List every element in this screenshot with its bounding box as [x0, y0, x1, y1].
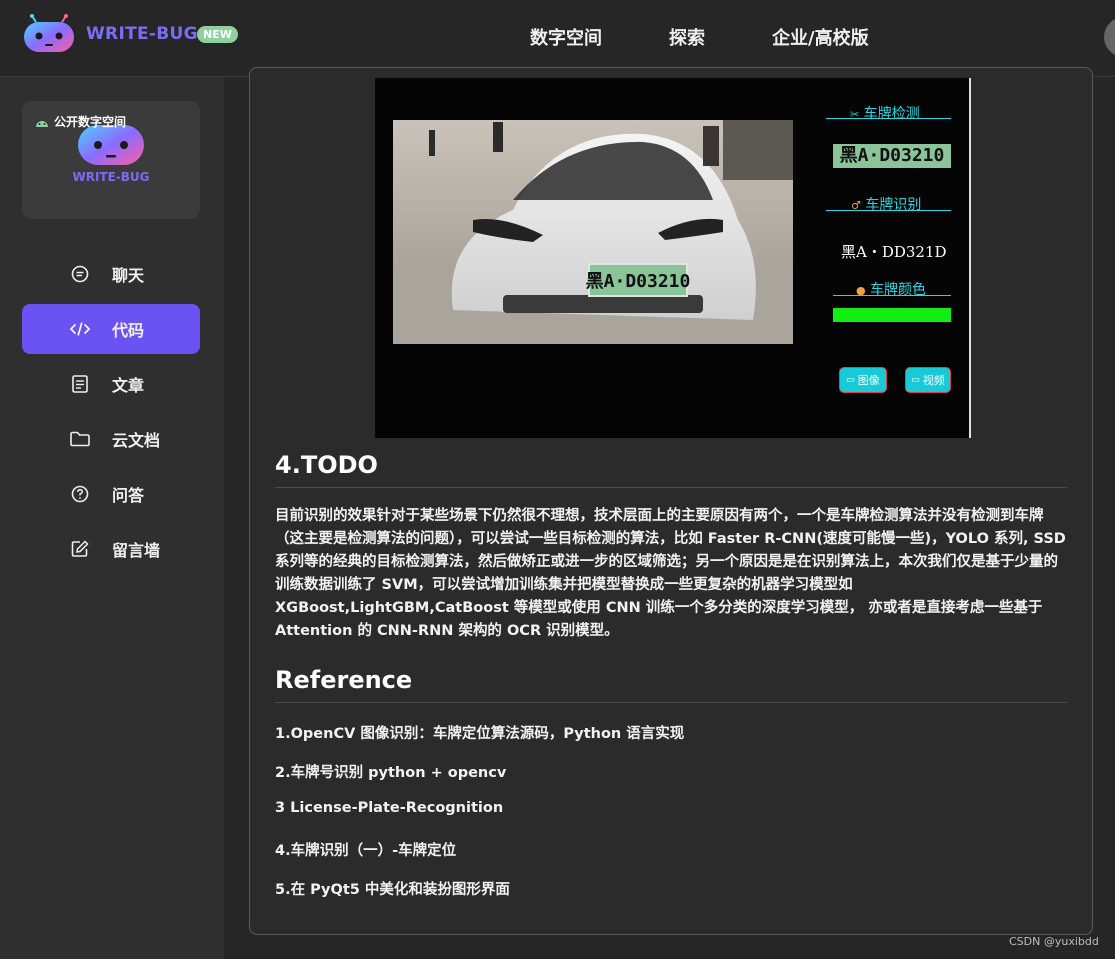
new-badge: NEW	[197, 26, 238, 43]
public-space-card[interactable]: 公开数字空间 WRITE-BUG	[22, 101, 200, 219]
detected-plate-crop: 黑A·D03210	[833, 144, 951, 168]
plate-recognition-app-screenshot: 黑A·D03210 ✂ 车牌检测 黑A·D03210 ♂ 车牌识别 黑A・DD3…	[375, 78, 971, 438]
car-photo: 黑A·D03210	[393, 120, 793, 344]
public-space-tag: 公开数字空间	[34, 113, 126, 130]
nav-digital-space[interactable]: 数字空间	[530, 24, 602, 50]
chat-icon	[70, 264, 90, 284]
nav-enterprise[interactable]: 企业/高校版	[772, 24, 869, 50]
image-button[interactable]: ▭ 图像	[839, 367, 887, 393]
reference-link[interactable]: 4.车牌识别（一）-车牌定位	[275, 839, 456, 860]
avatar[interactable]	[1104, 17, 1115, 57]
recognized-plate-text: 黑A・DD321D	[841, 243, 947, 261]
reference-heading: Reference	[275, 666, 413, 694]
nav-explore[interactable]: 探索	[669, 24, 705, 50]
sidebar-item-label: 留言墙	[112, 541, 161, 560]
android-icon	[36, 120, 48, 127]
sidebar-item-label: 云文档	[112, 431, 161, 450]
sidebar-item-label: 问答	[112, 486, 145, 505]
sidebar-item-chat[interactable]: 聊天	[22, 249, 200, 299]
sidebar-item-qa[interactable]: 问答	[22, 469, 200, 519]
article-icon	[70, 374, 90, 394]
photo-plate-text: 黑A·D03210	[586, 271, 691, 292]
main-content: 黑A·D03210 ✂ 车牌检测 黑A·D03210 ♂ 车牌识别 黑A・DD3…	[224, 67, 1115, 959]
color-underline	[833, 295, 951, 296]
detect-underline	[826, 118, 951, 119]
reference-link[interactable]: 3 License-Plate-Recognition	[275, 800, 503, 816]
sidebar-item-article[interactable]: 文章	[22, 359, 200, 409]
detect-section-label: ✂ 车牌检测	[850, 106, 920, 122]
sidebar: 公开数字空间 WRITE-BUG 聊天 代码 文章 云文档 问答 留言墙	[0, 77, 224, 959]
recognize-underline	[826, 210, 951, 211]
csdn-watermark: CSDN @yuxibdd	[1009, 935, 1099, 948]
image-icon: ▭	[846, 375, 855, 385]
sidebar-item-cloud-docs[interactable]: 云文档	[22, 414, 200, 464]
plate-color-swatch	[833, 308, 951, 322]
top-header: WRITE-BUG NEW 数字空间 探索 企业/高校版	[0, 0, 1115, 77]
edit-icon	[70, 539, 90, 559]
color-section-label: ● 车牌颜色	[856, 282, 927, 298]
folder-icon	[70, 429, 90, 449]
divider	[275, 487, 1067, 488]
reference-link[interactable]: 5.在 PyQt5 中美化和装扮图形界面	[275, 878, 510, 899]
reference-link[interactable]: 1.OpenCV 图像识别：车牌定位算法源码，Python 语言实现	[275, 722, 684, 743]
sidebar-item-message-wall[interactable]: 留言墙	[22, 524, 200, 574]
reference-link[interactable]: 2.车牌号识别 python + opencv	[275, 761, 506, 782]
video-icon: ▭	[911, 375, 920, 385]
todo-heading: 4.TODO	[275, 451, 378, 479]
question-icon	[70, 484, 90, 504]
sidebar-item-code[interactable]: 代码	[22, 304, 200, 354]
detect-icon: ✂	[850, 108, 860, 121]
divider	[275, 702, 1067, 703]
todo-paragraph: 目前识别的效果针对于某些场景下仍然很不理想，技术层面上的主要原因有两个，一个是车…	[275, 508, 1066, 639]
brand-name[interactable]: WRITE-BUG	[86, 24, 198, 44]
recognize-section-label: ♂ 车牌识别	[851, 197, 922, 213]
robot-logo-icon[interactable]	[22, 14, 76, 54]
sidebar-item-label: 聊天	[112, 266, 145, 285]
code-icon	[70, 319, 90, 339]
article-card: 黑A·D03210 ✂ 车牌检测 黑A·D03210 ♂ 车牌识别 黑A・DD3…	[249, 67, 1093, 935]
sidebar-item-label: 文章	[112, 376, 145, 395]
sidebar-item-label: 代码	[112, 321, 145, 340]
video-button[interactable]: ▭ 视频	[905, 367, 951, 393]
space-brand: WRITE-BUG	[72, 170, 150, 184]
public-space-label: 公开数字空间	[54, 115, 127, 129]
